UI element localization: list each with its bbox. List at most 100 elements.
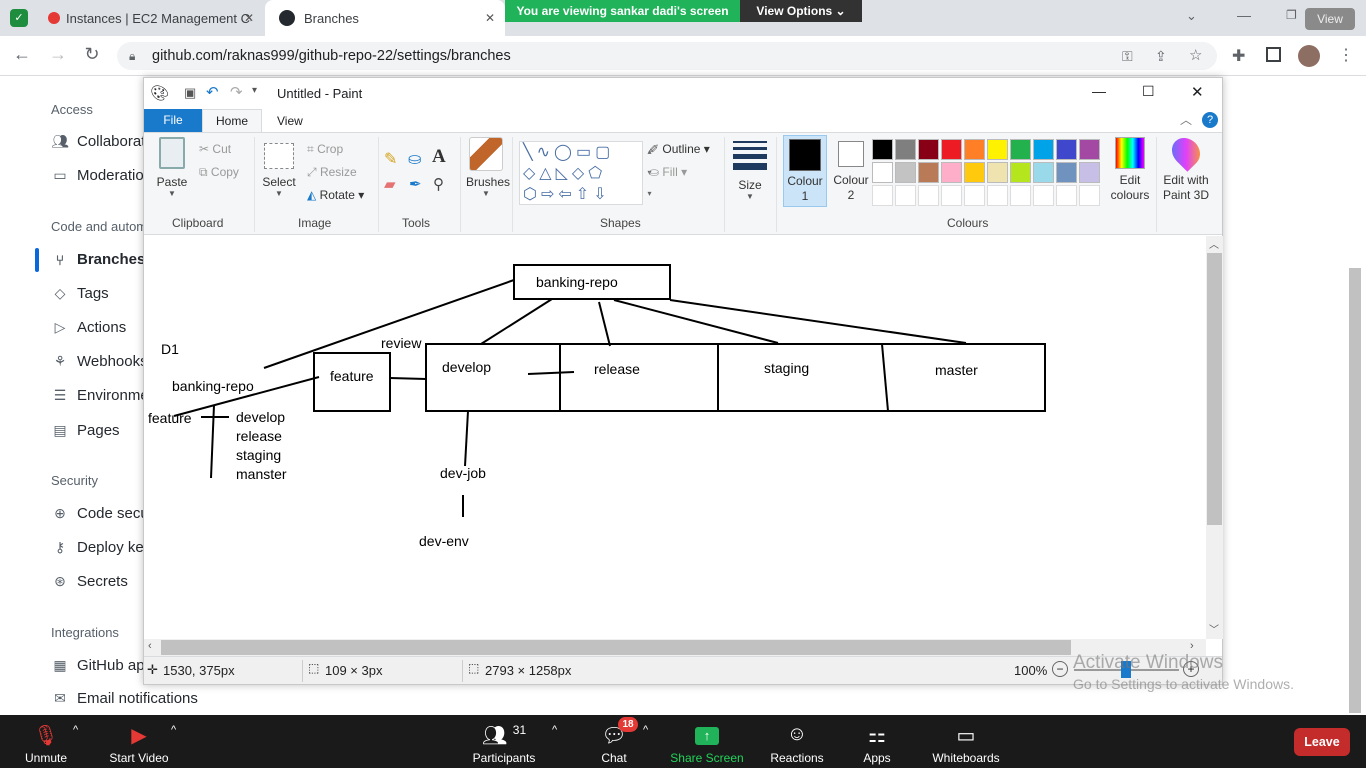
fill-bucket-icon[interactable]: ⛀: [408, 149, 421, 169]
undo-icon[interactable]: ↶: [206, 83, 219, 101]
select-button[interactable]: Select ▼: [262, 143, 296, 198]
colour-swatch[interactable]: [895, 162, 916, 183]
colour-swatch[interactable]: [872, 139, 893, 160]
resize-button[interactable]: ⤢ Resize: [307, 165, 357, 180]
chevron-up-icon[interactable]: ^: [171, 724, 176, 736]
fill-button[interactable]: ⛀ Fill ▾: [649, 165, 687, 179]
colour-swatch[interactable]: [1079, 139, 1100, 160]
key-icon[interactable]: ⚿: [1122, 42, 1133, 70]
empty-colour-swatch[interactable]: [918, 185, 939, 206]
scroll-up-icon[interactable]: ︿: [1209, 236, 1219, 251]
colour-swatch[interactable]: [1010, 162, 1031, 183]
empty-colour-swatch[interactable]: [1033, 185, 1054, 206]
colour-swatch[interactable]: [1079, 162, 1100, 183]
sidebar-item-actions[interactable]: ▷ Actions: [51, 319, 127, 336]
empty-colour-swatch[interactable]: [895, 185, 916, 206]
forward-icon[interactable]: →: [46, 44, 70, 65]
brushes-button[interactable]: Brushes ▼: [466, 137, 510, 198]
zoom-out-icon[interactable]: −: [1052, 661, 1068, 677]
colour-swatch[interactable]: [1010, 139, 1031, 160]
sidebar-item-tags[interactable]: ◇ Tags: [51, 285, 109, 302]
collapse-ribbon-icon[interactable]: ︿: [1180, 111, 1192, 128]
url-field[interactable]: 🔒︎ github.com/raknas999/github-repo-22/s…: [117, 42, 1217, 70]
scroll-down-icon[interactable]: ﹀: [1209, 621, 1219, 636]
text-icon[interactable]: A: [432, 146, 446, 168]
colour-swatch[interactable]: [918, 139, 939, 160]
chevron-up-icon[interactable]: ^: [643, 724, 648, 736]
participants-button[interactable]: 👥︎ 31 Participants: [466, 715, 542, 768]
colour-swatch[interactable]: [987, 139, 1008, 160]
view-options-button[interactable]: View Options ⌄: [740, 0, 862, 22]
sidebar-item-secrets[interactable]: ⊛ Secrets: [51, 573, 128, 590]
magnifier-icon[interactable]: ⚲: [433, 175, 444, 193]
sidebar-item-branches[interactable]: ⑂ Branches: [51, 251, 146, 268]
sidebar-item-webhooks[interactable]: ⚘ Webhooks: [51, 353, 148, 370]
color-picker-icon[interactable]: ✒: [409, 175, 422, 193]
vertical-scroll-thumb[interactable]: [1207, 253, 1222, 525]
reload-icon[interactable]: ↻: [80, 44, 104, 65]
empty-colour-swatch[interactable]: [1079, 185, 1100, 206]
colour-swatch[interactable]: [1056, 162, 1077, 183]
chevron-up-icon[interactable]: ^: [73, 724, 78, 736]
colour-swatch[interactable]: [872, 162, 893, 183]
quick-access-dropdown-icon[interactable]: ▾: [252, 85, 257, 96]
outline-button[interactable]: ✐ Outline ▾: [649, 142, 710, 156]
size-button[interactable]: Size ▼: [732, 141, 768, 201]
crop-button[interactable]: ⌗ Crop: [307, 142, 343, 157]
paint-canvas[interactable]: banking-repo review feature develop rele…: [144, 236, 1206, 639]
chevron-up-icon[interactable]: ^: [552, 724, 557, 736]
paint3d-button[interactable]: Edit with Paint 3D: [1160, 132, 1212, 203]
tab-view[interactable]: View: [277, 114, 303, 128]
empty-colour-swatch[interactable]: [1010, 185, 1031, 206]
colour-swatch[interactable]: [941, 162, 962, 183]
colour-swatch[interactable]: [1033, 139, 1054, 160]
menu-icon[interactable]: ⋮: [1338, 45, 1354, 65]
cut-button[interactable]: ✂ Cut: [199, 142, 231, 156]
sidepanel-icon[interactable]: [1266, 47, 1281, 62]
colour-swatch[interactable]: [1056, 139, 1077, 160]
close-icon[interactable]: ✕: [1191, 83, 1204, 101]
tab-ec2[interactable]: Instances | EC2 Management Cor ✕: [34, 0, 264, 36]
close-icon[interactable]: ✕: [485, 11, 495, 25]
copy-button[interactable]: ⧉ Copy: [199, 165, 239, 180]
chevron-down-icon[interactable]: ⌄: [1186, 8, 1197, 24]
restore-icon[interactable]: ❐: [1286, 8, 1297, 22]
scroll-left-icon[interactable]: ‹: [148, 640, 152, 652]
edit-colours-button[interactable]: Edit colours: [1110, 137, 1150, 203]
colour-swatch[interactable]: [987, 162, 1008, 183]
paste-button[interactable]: Paste ▼: [154, 137, 190, 198]
shapes-gallery[interactable]: ╲∿◯▭▢ ◇△◺◇⬠ ⬡⇨⇦⇧⇩: [519, 141, 643, 205]
horizontal-scroll-thumb[interactable]: [161, 640, 1071, 655]
apps-button[interactable]: ⚏ Apps: [856, 715, 898, 768]
scroll-right-icon[interactable]: ›: [1190, 640, 1194, 652]
tab-home[interactable]: Home: [202, 109, 262, 133]
pencil-icon[interactable]: ✎: [384, 149, 397, 169]
empty-colour-swatch[interactable]: [964, 185, 985, 206]
empty-colour-swatch[interactable]: [872, 185, 893, 206]
tab-branches[interactable]: Branches ✕: [265, 0, 505, 36]
view-button[interactable]: View: [1305, 8, 1355, 30]
unmute-button[interactable]: 🎙︎ Unmute: [18, 715, 74, 768]
close-icon[interactable]: ✕: [244, 11, 254, 25]
colour-swatch[interactable]: [1033, 162, 1054, 183]
sidebar-item-email-notifications[interactable]: ✉︎ Email notifications: [51, 690, 198, 707]
redo-icon[interactable]: ↷: [230, 83, 243, 101]
save-icon[interactable]: ▣: [184, 85, 196, 101]
colour-swatch[interactable]: [964, 139, 985, 160]
empty-colour-swatch[interactable]: [941, 185, 962, 206]
minimize-icon[interactable]: —: [1092, 83, 1106, 99]
rotate-button[interactable]: ◭ Rotate ▾: [307, 188, 364, 202]
star-icon[interactable]: ☆: [1189, 42, 1202, 70]
colour-swatch[interactable]: [941, 139, 962, 160]
colour-swatch[interactable]: [918, 162, 939, 183]
leave-button[interactable]: Leave: [1294, 728, 1350, 756]
page-scrollbar[interactable]: [1349, 268, 1361, 713]
maximize-icon[interactable]: ☐: [1142, 83, 1155, 100]
minimize-icon[interactable]: —: [1237, 7, 1251, 23]
sidebar-item-moderation[interactable]: ▭ Moderation: [51, 167, 152, 184]
whiteboards-button[interactable]: ▭ Whiteboards: [928, 715, 1004, 768]
colour1-button[interactable]: Colour 1: [783, 135, 827, 207]
extensions-icon[interactable]: ✚: [1232, 46, 1245, 66]
eraser-icon[interactable]: ▰: [384, 175, 396, 193]
sidebar-item-pages[interactable]: ▤ Pages: [51, 422, 119, 439]
